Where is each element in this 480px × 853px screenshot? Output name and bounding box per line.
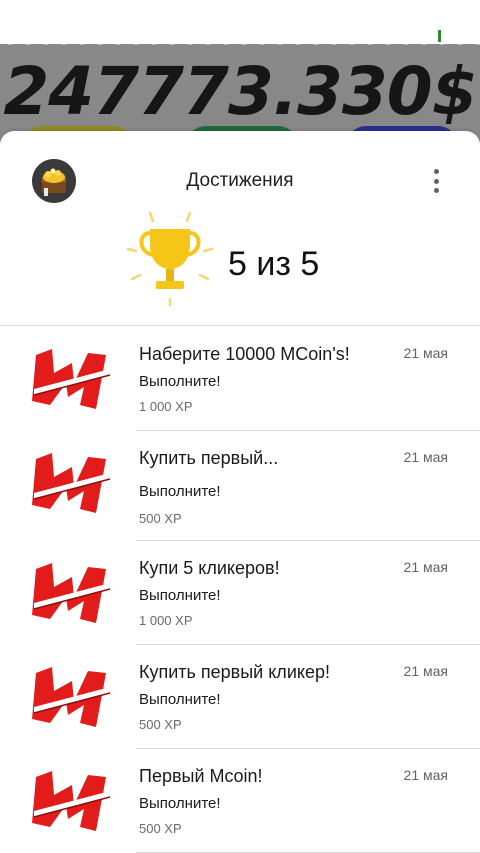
achievement-date: 21 мая: [403, 449, 448, 465]
top-indicator: [438, 30, 441, 42]
achievement-date: 21 мая: [403, 767, 448, 783]
achievement-title: Купить первый...: [139, 448, 279, 468]
achievement-title: Купить первый кликер!: [139, 662, 330, 682]
top-banner: [0, 0, 480, 50]
achievement-icon: [32, 771, 111, 831]
sheet-title: Достижения: [186, 170, 294, 191]
achievement-title: Наберите 10000 MCoin's!: [139, 344, 350, 364]
achievement-xp: 500 XP: [139, 511, 182, 526]
achievement-xp: 1 000 XP: [139, 399, 193, 414]
achievement-status: Выполните!: [139, 373, 221, 390]
achievement-date: 21 мая: [403, 663, 448, 679]
balance-display: 247773.330$: [3, 53, 477, 130]
achievement-title: Купи 5 кликеров!: [139, 558, 280, 578]
achievement-item[interactable]: Купить первый кликер! Выполните! 500 XP …: [0, 645, 480, 749]
trophy-icon: [126, 211, 214, 307]
achievement-status: Выполните!: [139, 691, 221, 708]
achievement-icon: [32, 349, 111, 409]
achievement-xp: 1 000 XP: [139, 613, 193, 628]
achievement-icon: [32, 453, 111, 513]
achievement-xp: 500 XP: [139, 717, 182, 732]
achievement-item[interactable]: Первый Mcoin! Выполните! 500 XP 21 мая: [0, 749, 480, 853]
achievement-icon: [32, 563, 111, 623]
achievement-date: 21 мая: [403, 345, 448, 361]
achievement-xp: 500 XP: [139, 821, 182, 836]
achievements-sheet: Достижения 5 из 5 Наберите 10000 MCoin's…: [0, 131, 480, 853]
achievement-title: Первый Mcoin!: [139, 766, 263, 786]
achievement-date: 21 мая: [403, 559, 448, 575]
achievement-status: Выполните!: [139, 795, 221, 812]
achievement-status: Выполните!: [139, 483, 221, 500]
achievement-item[interactable]: Купи 5 кликеров! Выполните! 1 000 XP 21 …: [0, 541, 480, 645]
achievements-list: Наберите 10000 MCoin's! Выполните! 1 000…: [0, 327, 480, 853]
achievement-status: Выполните!: [139, 587, 221, 604]
divider: [0, 325, 480, 326]
achievement-item[interactable]: Купить первый... Выполните! 500 XP 21 ма…: [0, 431, 480, 541]
more-options-icon[interactable]: [424, 167, 448, 195]
achievements-summary: 5 из 5: [0, 209, 480, 317]
achievements-count: 5 из 5: [228, 245, 320, 283]
achievement-icon: [32, 667, 111, 727]
achievement-item[interactable]: Наберите 10000 MCoin's! Выполните! 1 000…: [0, 327, 480, 431]
